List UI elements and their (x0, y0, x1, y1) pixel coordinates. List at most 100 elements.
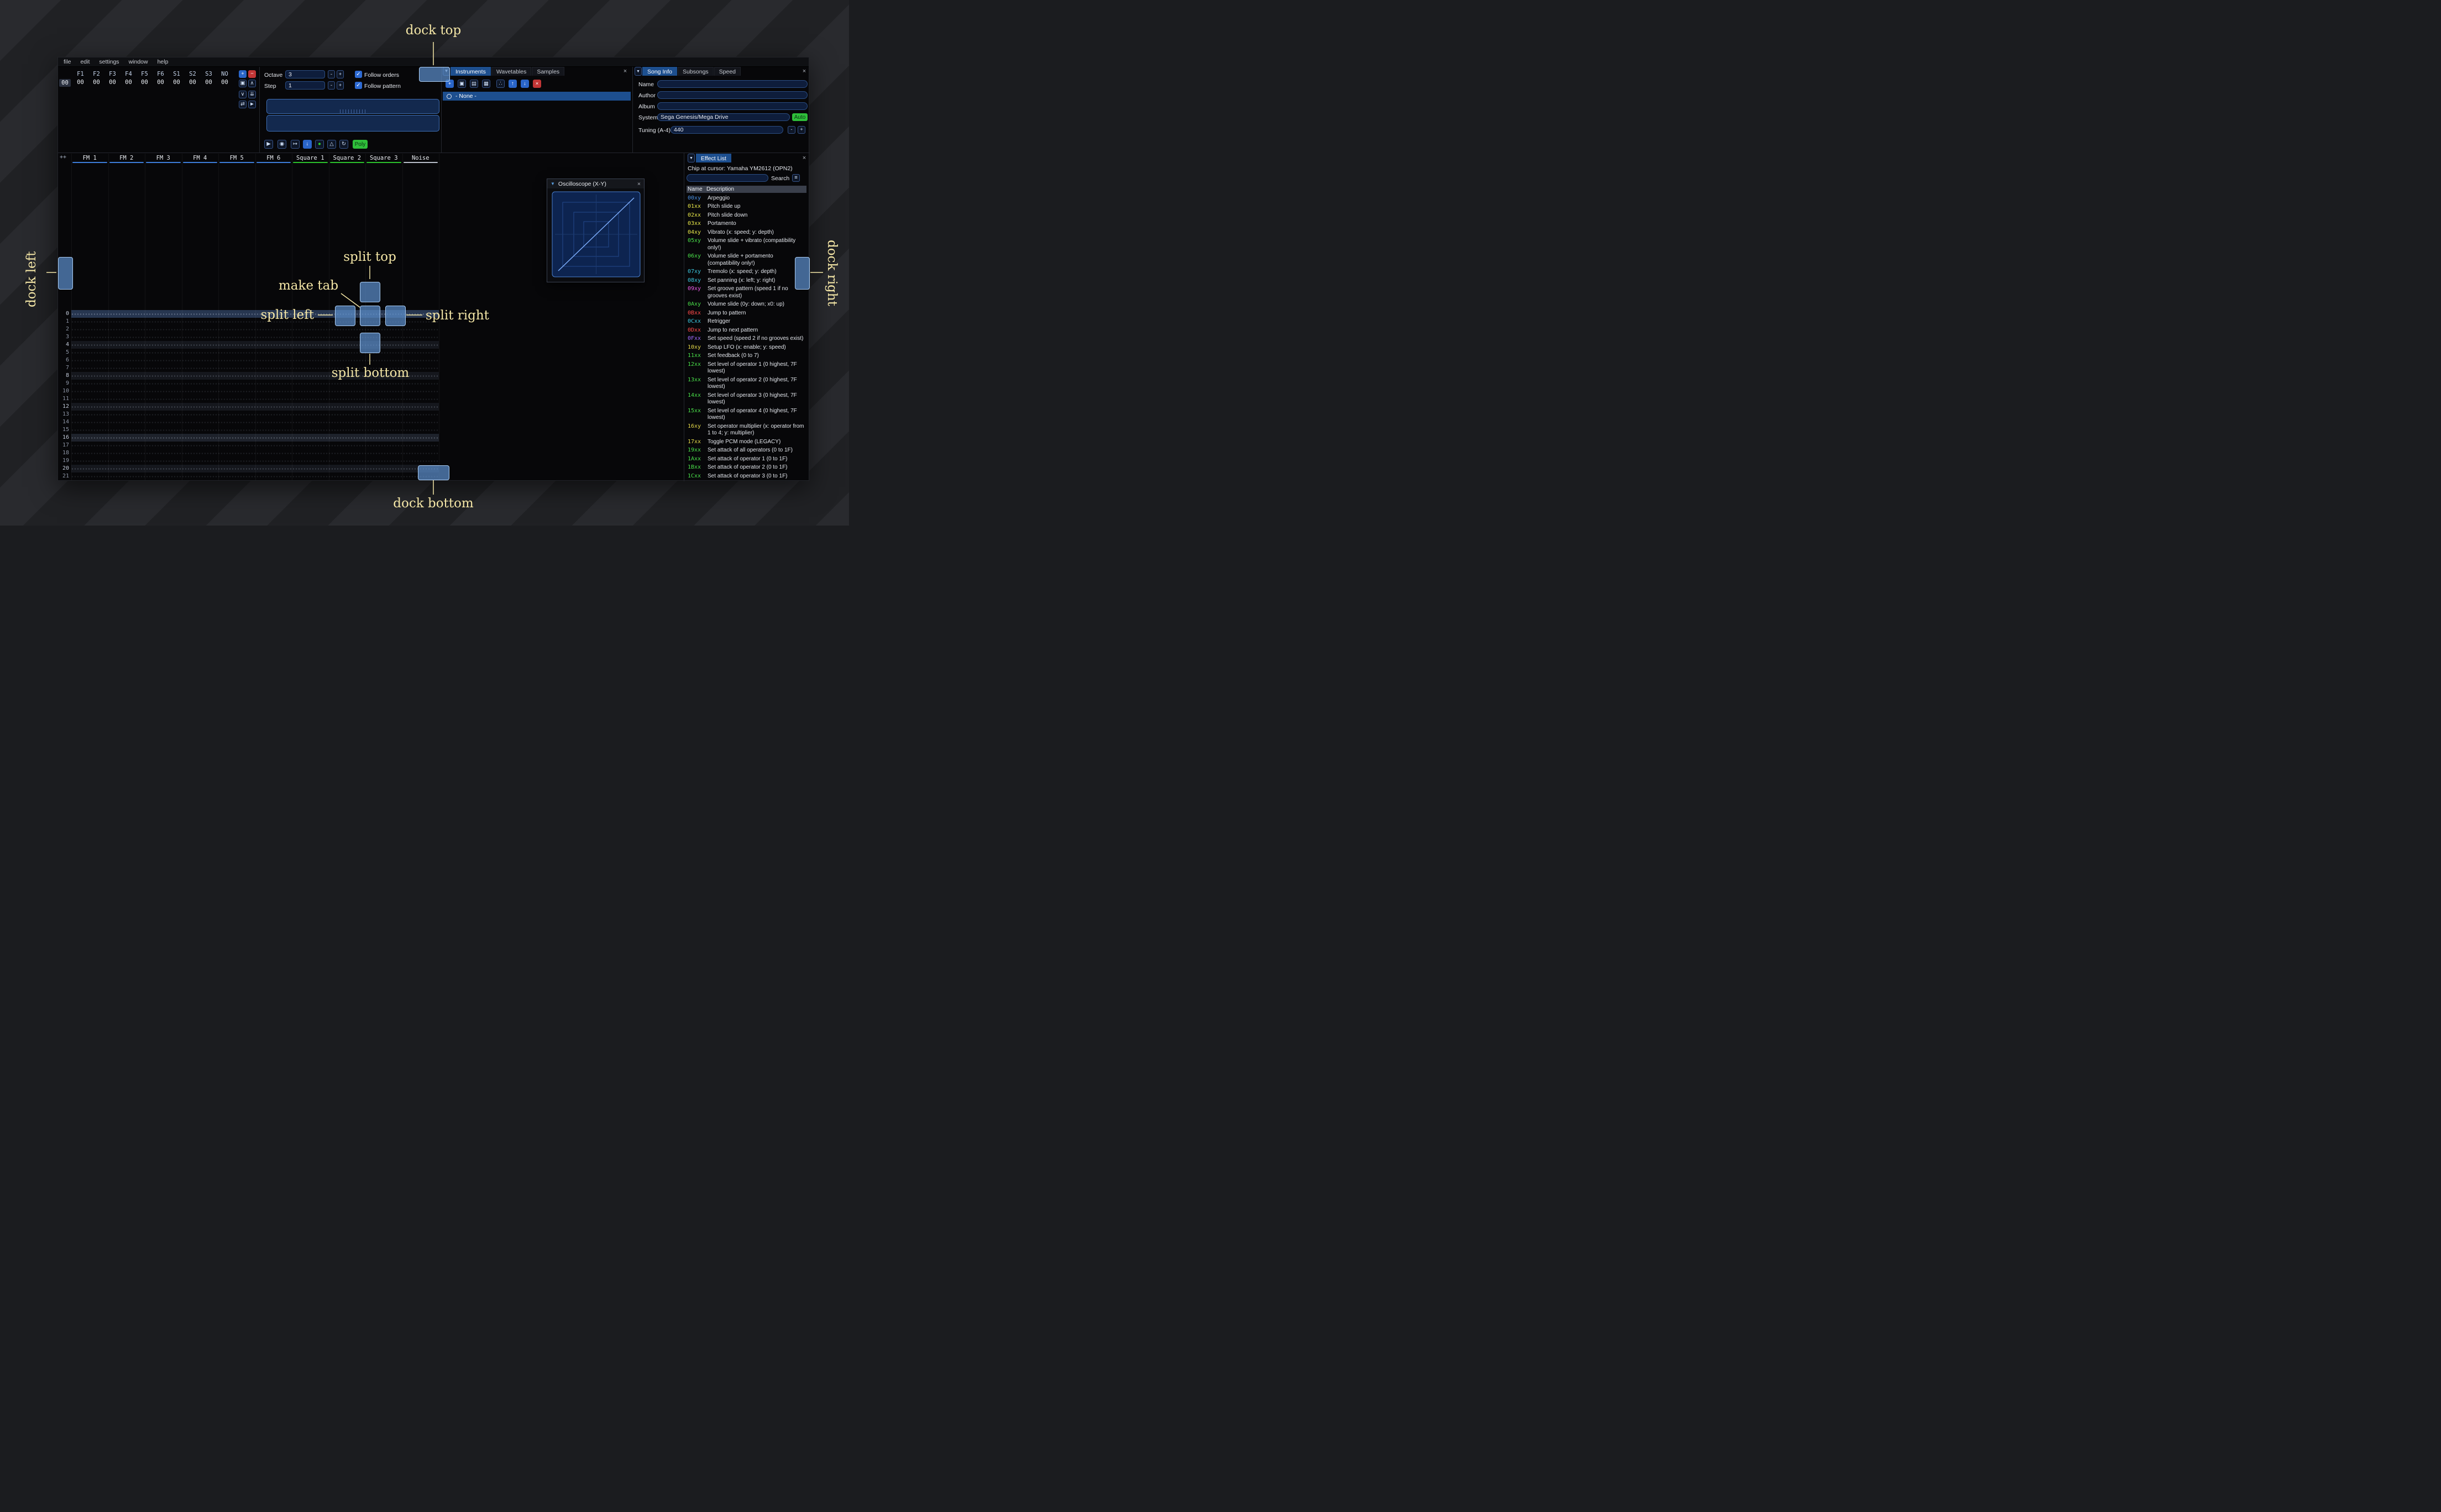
effect-list-menu-button[interactable]: ≡ (792, 174, 800, 182)
poly-button[interactable]: Poly (353, 140, 368, 149)
menu-file[interactable]: file (64, 59, 71, 65)
order-cell[interactable]: 00 (137, 79, 153, 86)
tab-effect-list[interactable]: Effect List (696, 154, 731, 162)
column-description: Description (706, 186, 735, 192)
delete-icon: × (535, 80, 539, 87)
dock-target-left[interactable] (58, 257, 73, 290)
octave-minus-button[interactable]: - (328, 70, 335, 78)
play-pattern-button[interactable]: ◉ (277, 140, 286, 149)
play-from-cursor-button[interactable]: ↦ (291, 140, 300, 149)
order-cell[interactable]: 00 (72, 79, 88, 86)
repeat-pattern-button[interactable]: ↻ (339, 140, 348, 149)
step-row-button[interactable]: ↓ (303, 140, 312, 149)
instruments-close-icon[interactable]: × (622, 68, 628, 75)
duplicate-order-end-button[interactable]: ⇊ (248, 91, 256, 98)
order-change-mode-button[interactable]: ⇄ (239, 101, 247, 108)
duplicate-order-button[interactable]: ▣ (239, 80, 247, 87)
play-button[interactable]: ▶ (264, 140, 273, 149)
channel-header-fm-2[interactable]: FM 2 (108, 154, 145, 162)
duplicate-instrument-button[interactable]: ▣ (458, 80, 466, 88)
name-field[interactable] (657, 80, 808, 88)
follow-pattern-checkbox[interactable]: ✓ (355, 82, 362, 89)
tuning-plus-button[interactable]: + (798, 126, 805, 134)
open-instrument-button[interactable]: ▤ (470, 80, 478, 88)
menu-settings[interactable]: settings (99, 59, 119, 65)
step-plus-button[interactable]: + (337, 81, 344, 90)
tab-samples[interactable]: Samples (532, 67, 565, 76)
dock-target-bottom[interactable] (418, 465, 449, 480)
piano-preview-lower[interactable] (266, 115, 439, 132)
tuning-label: Tuning (A-4) (638, 127, 671, 134)
instrument-dir-button[interactable]: ∴ (496, 80, 505, 88)
menu-edit[interactable]: edit (80, 59, 90, 65)
order-cell[interactable]: 00 (201, 79, 217, 86)
oscilloscope-titlebar[interactable]: ▼ Oscilloscope (X-Y) × (547, 179, 644, 188)
menu-help[interactable]: help (158, 59, 169, 65)
follow-orders-checkbox[interactable]: ✓ (355, 71, 362, 78)
move-instrument-up-button[interactable]: ↑ (509, 80, 517, 88)
split-target-left[interactable] (335, 306, 355, 326)
channel-header-fm-6[interactable]: FM 6 (255, 154, 292, 162)
order-cell[interactable]: 00 (153, 79, 169, 86)
channel-header-square-3[interactable]: Square 3 (365, 154, 402, 162)
channel-underline (366, 162, 401, 163)
metronome-button[interactable]: △ (327, 140, 336, 149)
order-click-mode-button[interactable]: ► (248, 101, 256, 108)
song-info-window-menu-button[interactable]: ▼ (635, 67, 642, 76)
channel-header-fm-1[interactable]: FM 1 (71, 154, 108, 162)
stop-button[interactable]: ● (315, 140, 324, 149)
channel-header-square-2[interactable]: Square 2 (329, 154, 366, 162)
effect-list-close-icon[interactable]: × (801, 155, 808, 161)
order-column-header: F3 (109, 71, 116, 77)
collapse-icon: ▼ (636, 69, 640, 74)
split-target-right[interactable] (385, 306, 406, 326)
split-target-top[interactable] (360, 282, 380, 302)
annotation-make-tab: make tab (279, 279, 339, 293)
octave-input[interactable]: 3 (285, 70, 325, 78)
system-field[interactable]: Sega Genesis/Mega Drive (657, 113, 790, 121)
order-cell[interactable]: 00 (217, 79, 233, 86)
album-field[interactable] (657, 102, 808, 110)
tab-speed[interactable]: Speed (714, 67, 741, 76)
tab-song-info[interactable]: Song Info (642, 67, 677, 76)
tab-instruments[interactable]: Instruments (451, 67, 491, 76)
channel-header-square-1[interactable]: Square 1 (292, 154, 329, 162)
split-target-bottom[interactable] (360, 333, 380, 353)
step-input[interactable]: 1 (285, 81, 325, 90)
delete-instrument-button[interactable]: × (533, 80, 541, 88)
tuning-minus-button[interactable]: - (788, 126, 795, 134)
tab-subsongs[interactable]: Subsongs (677, 67, 714, 76)
dock-target-top[interactable] (419, 67, 450, 82)
order-cell[interactable]: 00 (185, 79, 201, 86)
save-instrument-button[interactable]: ▦ (482, 80, 490, 88)
channel-header-noise[interactable]: Noise (402, 154, 439, 162)
order-cell[interactable]: 00 (88, 79, 104, 86)
octave-plus-button[interactable]: + (337, 70, 344, 78)
author-field[interactable] (657, 91, 808, 99)
order-column-header: F2 (93, 71, 100, 77)
order-cell[interactable]: 00 (121, 79, 137, 86)
pattern-corner-label[interactable]: ++ (60, 154, 66, 160)
system-auto-button[interactable]: Auto (792, 113, 808, 121)
channel-header-fm-4[interactable]: FM 4 (182, 154, 219, 162)
menu-window[interactable]: window (129, 59, 148, 65)
instrument-list-item-none[interactable]: - None - (443, 92, 631, 101)
step-minus-button[interactable]: - (328, 81, 335, 90)
song-info-close-icon[interactable]: × (801, 68, 808, 75)
order-cell[interactable]: 00 (104, 79, 121, 86)
move-instrument-down-button[interactable]: ↓ (521, 80, 529, 88)
search-input[interactable] (687, 174, 768, 182)
channel-header-fm-3[interactable]: FM 3 (145, 154, 182, 162)
add-order-button[interactable]: + (239, 70, 247, 78)
make-tab-target[interactable] (360, 306, 380, 326)
oscilloscope-close-icon[interactable]: × (637, 181, 641, 187)
tab-wavetables[interactable]: Wavetables (491, 67, 532, 76)
dock-target-right[interactable] (795, 257, 810, 290)
remove-order-button[interactable]: − (248, 70, 256, 78)
channel-header-fm-5[interactable]: FM 5 (218, 154, 255, 162)
move-order-down-button[interactable]: ∨ (239, 91, 247, 98)
order-cell[interactable]: 00 (169, 79, 185, 86)
effect-list-collapse-button[interactable]: ▼ (688, 154, 695, 162)
tuning-field[interactable]: 440 (671, 126, 783, 134)
move-order-up-button[interactable]: ∧ (248, 80, 256, 87)
